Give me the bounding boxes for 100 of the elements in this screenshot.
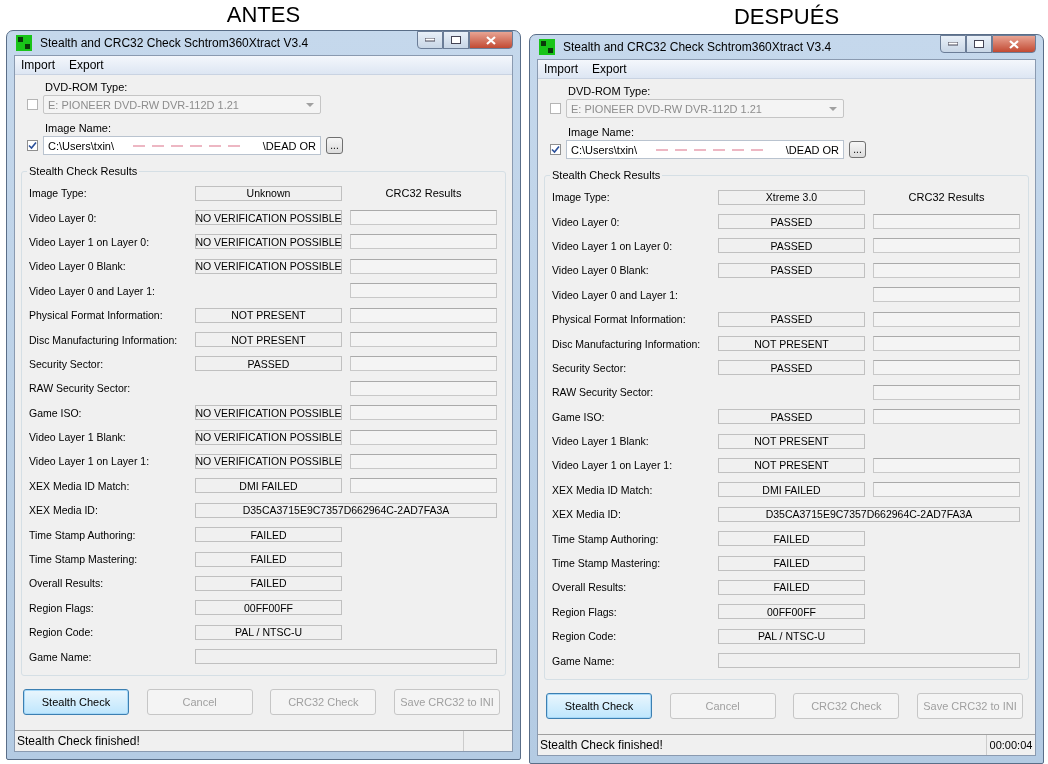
field-label: Region Code: bbox=[552, 630, 618, 643]
field-label: DVD-ROM Type: bbox=[568, 85, 652, 97]
result-field: FAILED bbox=[718, 531, 865, 547]
field-label: Time Stamp Mastering: bbox=[29, 553, 139, 566]
result-field: FAILED bbox=[195, 527, 342, 543]
menu-item[interactable]: Export bbox=[69, 58, 104, 72]
minimize-icon bbox=[425, 38, 435, 42]
field-label: Video Layer 1 on Layer 1: bbox=[552, 459, 674, 472]
field-label: Video Layer 1 Blank: bbox=[552, 435, 650, 448]
close-icon bbox=[1009, 39, 1019, 49]
result-field: NO VERIFICATION POSSIBLE bbox=[195, 405, 342, 421]
field-label: Region Flags: bbox=[29, 601, 95, 614]
action-button[interactable]: Stealth Check bbox=[546, 692, 652, 719]
checkbox[interactable] bbox=[27, 140, 38, 151]
group-title: Stealth Check Results bbox=[551, 169, 662, 181]
field-label: RAW Security Sector: bbox=[552, 386, 655, 399]
result-field: NO VERIFICATION POSSIBLE bbox=[195, 454, 342, 469]
result-field: NO VERIFICATION POSSIBLE bbox=[195, 234, 342, 250]
field-label: Video Layer 0: bbox=[552, 215, 621, 228]
close-button[interactable] bbox=[469, 31, 513, 49]
result-field: Unknown bbox=[195, 185, 342, 201]
result-field: D35CA3715E9C7357D662964C-2AD7FA3A bbox=[195, 502, 497, 518]
result-field: NOT PRESENT bbox=[718, 458, 865, 473]
result-field: 00FF00FF bbox=[718, 604, 865, 620]
maximize-icon bbox=[451, 36, 461, 44]
result-field: PASSED bbox=[718, 409, 865, 425]
maximize-button[interactable] bbox=[966, 35, 992, 53]
window-title: Stealth and CRC32 Check Schtrom360Xtract V3.4 bbox=[563, 40, 833, 54]
field-label: Disc Manufacturing Information: bbox=[552, 337, 702, 350]
menu-item[interactable]: Import bbox=[544, 62, 578, 76]
field-label: XEX Media ID Match: bbox=[29, 479, 131, 492]
field-label: Time Stamp Mastering: bbox=[552, 557, 662, 570]
field-label: Video Layer 0 Blank: bbox=[552, 264, 650, 277]
result-field: NOT PRESENT bbox=[195, 307, 342, 323]
minimize-button[interactable] bbox=[940, 35, 966, 53]
app-logo-icon bbox=[16, 35, 32, 51]
field-label: Game Name: bbox=[552, 654, 616, 667]
result-field: NO VERIFICATION POSSIBLE bbox=[195, 429, 342, 445]
column-heading: CRC32 Results bbox=[908, 191, 985, 204]
field-label: Security Sector: bbox=[29, 357, 105, 370]
result-field: PASSED bbox=[718, 262, 865, 278]
field-label: Image Name: bbox=[568, 126, 636, 138]
field-label: Region Flags: bbox=[552, 605, 618, 618]
field-label: XEX Media ID Match: bbox=[552, 483, 654, 496]
field-label: RAW Security Sector: bbox=[29, 382, 132, 395]
field-label: Game ISO: bbox=[29, 406, 83, 419]
browse-button[interactable]: ... bbox=[326, 137, 343, 154]
window-title: Stealth and CRC32 Check Schtrom360Xtract V3.4 bbox=[40, 36, 310, 50]
field-label: Disc Manufacturing Information: bbox=[29, 333, 179, 346]
field-label: Video Layer 1 on Layer 0: bbox=[29, 235, 151, 248]
field-label: Video Layer 0 Blank: bbox=[29, 260, 127, 273]
field-label: XEX Media ID: bbox=[552, 508, 622, 521]
result-field: FAILED bbox=[718, 579, 865, 595]
maximize-button[interactable] bbox=[443, 31, 469, 49]
field-label: Overall Results: bbox=[552, 581, 628, 594]
image-path-field[interactable]: C:\Users\txin\ \DEAD OR bbox=[566, 140, 844, 159]
field-label: Physical Format Information: bbox=[552, 313, 687, 326]
menu-item[interactable]: Import bbox=[21, 58, 55, 72]
result-field: DMI FAILED bbox=[195, 478, 342, 494]
group-title: Stealth Check Results bbox=[28, 165, 139, 177]
field-label: Region Code: bbox=[29, 626, 95, 639]
result-field: PASSED bbox=[718, 238, 865, 254]
field-label: Video Layer 1 on Layer 0: bbox=[552, 239, 674, 252]
field-label: Time Stamp Authoring: bbox=[29, 528, 137, 541]
result-field: PAL / NTSC-U bbox=[195, 624, 342, 640]
result-field: PAL / NTSC-U bbox=[718, 628, 865, 644]
checkbox[interactable] bbox=[550, 144, 561, 155]
result-field: Xtreme 3.0 bbox=[718, 189, 865, 205]
field-label: Game ISO: bbox=[552, 410, 606, 423]
column-heading: CRC32 Results bbox=[385, 187, 462, 200]
result-field: D35CA3715E9C7357D662964C-2AD7FA3A bbox=[718, 506, 1020, 522]
result-field: NOT PRESENT bbox=[718, 336, 865, 352]
result-field: FAILED bbox=[718, 555, 865, 571]
field-label: Video Layer 1 on Layer 1: bbox=[29, 455, 151, 468]
field-label: Time Stamp Authoring: bbox=[552, 532, 660, 545]
field-label: Video Layer 0 and Layer 1: bbox=[29, 284, 156, 297]
field-label: Image Name: bbox=[45, 122, 113, 134]
action-button[interactable]: Stealth Check bbox=[23, 688, 129, 715]
browse-button[interactable]: ... bbox=[849, 141, 866, 158]
result-field: NO VERIFICATION POSSIBLE bbox=[195, 210, 342, 226]
result-field: PASSED bbox=[718, 360, 865, 376]
result-field: NO VERIFICATION POSSIBLE bbox=[195, 258, 342, 274]
result-field: PASSED bbox=[195, 356, 342, 372]
image-path-field[interactable]: C:\Users\txin\ \DEAD OR bbox=[43, 136, 321, 155]
dropdown-arrow-icon bbox=[306, 102, 314, 107]
minimize-icon bbox=[948, 42, 958, 46]
checkmark-icon bbox=[551, 145, 560, 154]
field-label: XEX Media ID: bbox=[29, 504, 99, 517]
maximize-icon bbox=[974, 40, 984, 48]
elapsed-time: 00:00:04 bbox=[988, 738, 1034, 753]
result-field: 00FF00FF bbox=[195, 600, 342, 616]
field-label: Video Layer 0 and Layer 1: bbox=[552, 288, 679, 301]
result-field: DMI FAILED bbox=[718, 482, 865, 498]
field-label: Video Layer 1 Blank: bbox=[29, 431, 127, 444]
minimize-button[interactable] bbox=[417, 31, 443, 49]
field-label: Physical Format Information: bbox=[29, 309, 164, 322]
caption: ANTES bbox=[226, 1, 301, 29]
menu-item[interactable]: Export bbox=[592, 62, 627, 76]
field-label: Overall Results: bbox=[29, 577, 105, 590]
close-button[interactable] bbox=[992, 35, 1036, 53]
